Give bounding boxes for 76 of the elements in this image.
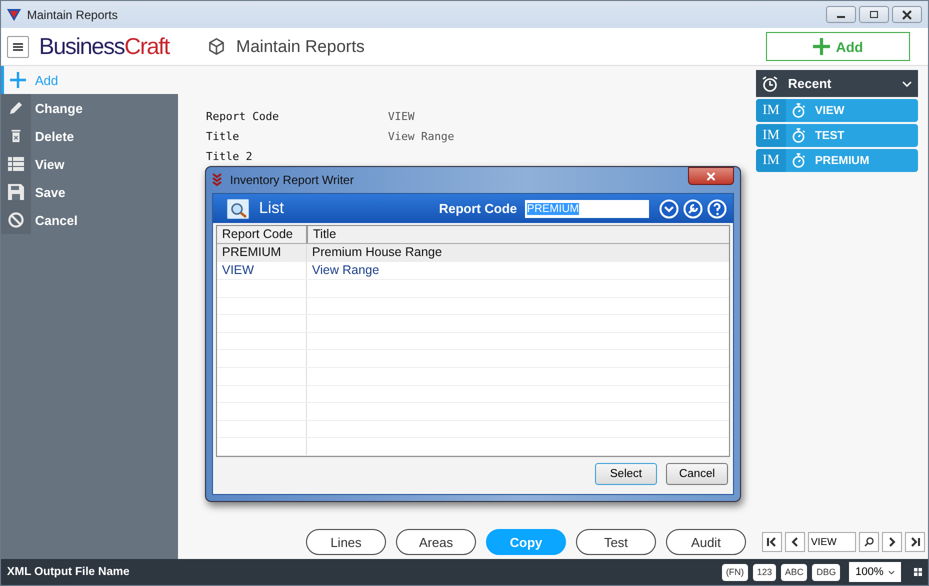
search-icon [227, 198, 249, 218]
status-toggle[interactable]: 123 [752, 564, 776, 580]
cancel-button[interactable]: Cancel [666, 463, 728, 485]
first-button[interactable] [762, 532, 782, 552]
zoom-dropdown[interactable]: 100% [849, 562, 901, 582]
action-button[interactable]: Audit [666, 529, 746, 555]
wrench-icon[interactable] [683, 198, 703, 218]
chevrons-icon [212, 173, 222, 187]
pencil-icon [8, 100, 24, 116]
alarm-clock-icon [762, 76, 778, 92]
status-toggle[interactable]: ABC [780, 564, 808, 580]
module-code: IM [756, 149, 786, 172]
close-button[interactable] [688, 167, 734, 185]
stopwatch-icon [792, 103, 805, 118]
grid-icon [914, 568, 922, 576]
previous-button[interactable] [785, 532, 805, 552]
dialog-title: Inventory Report Writer [230, 173, 354, 187]
close-button[interactable] [892, 6, 922, 23]
action-button[interactable]: Lines [306, 529, 386, 555]
window-title: Maintain Reports [27, 8, 118, 22]
table-cell: VIEW [217, 262, 307, 279]
search-button[interactable] [859, 532, 879, 552]
plus-icon [10, 72, 26, 88]
field-value: View Range [388, 130, 454, 142]
cancel-icon [8, 212, 24, 228]
dropdown-icon[interactable] [659, 198, 679, 218]
table-cell-text: Premium House Range [311, 244, 442, 261]
field-label: Report Code [206, 110, 280, 122]
stopwatch-icon [792, 128, 805, 143]
table-row[interactable]: PREMIUM Premium House Range [217, 244, 729, 262]
last-button[interactable] [905, 532, 925, 552]
trash-icon [9, 128, 23, 144]
maximize-button[interactable] [859, 6, 889, 23]
table-cell-text: View Range [311, 262, 380, 279]
logo: BusinessCraft [39, 33, 170, 60]
page-title: Maintain Reports [236, 36, 365, 56]
search-icon [864, 537, 874, 547]
field-value: VIEW [388, 110, 414, 122]
cube-icon [207, 37, 226, 56]
action-button[interactable]: Areas [396, 529, 476, 555]
first-icon [767, 537, 777, 547]
app-logo-icon [7, 8, 21, 20]
chevron-icon [902, 80, 912, 86]
next-button[interactable] [882, 532, 902, 552]
module-code: IM [756, 99, 786, 122]
menu-button[interactable] [7, 36, 29, 58]
status-text: XML Output File Name [7, 566, 130, 578]
field-label: Title [206, 130, 240, 142]
minimize-icon [837, 16, 845, 18]
menu-icon [13, 42, 23, 50]
save-icon [8, 184, 24, 200]
record-field[interactable]: VIEW [808, 532, 856, 552]
status-toggle[interactable]: DBG [812, 564, 840, 580]
list-title: List [259, 200, 285, 218]
table-cell: PREMIUM [217, 244, 307, 261]
help-icon[interactable] [707, 198, 727, 218]
recent-header[interactable]: Recent [756, 70, 918, 97]
search-label: Report Code [439, 201, 517, 216]
module-code: IM [756, 124, 786, 147]
caret-icon [888, 570, 895, 574]
table-row[interactable]: VIEW View Range [217, 262, 729, 280]
close-icon [902, 10, 912, 20]
column-header[interactable]: Title [308, 226, 336, 243]
field-label: Title 2 [206, 150, 254, 162]
previous-icon [790, 537, 800, 547]
plus-icon [812, 38, 830, 55]
maximize-icon [869, 10, 879, 20]
status-toggle[interactable]: (FN) [722, 564, 748, 580]
minimize-button[interactable] [826, 6, 856, 23]
next-icon [887, 537, 897, 547]
action-button[interactable]: Test [576, 529, 656, 555]
select-button[interactable]: Select [595, 463, 657, 485]
close-icon [706, 172, 716, 180]
last-icon [910, 537, 920, 547]
list-icon [8, 157, 24, 171]
stopwatch-icon [792, 153, 805, 168]
